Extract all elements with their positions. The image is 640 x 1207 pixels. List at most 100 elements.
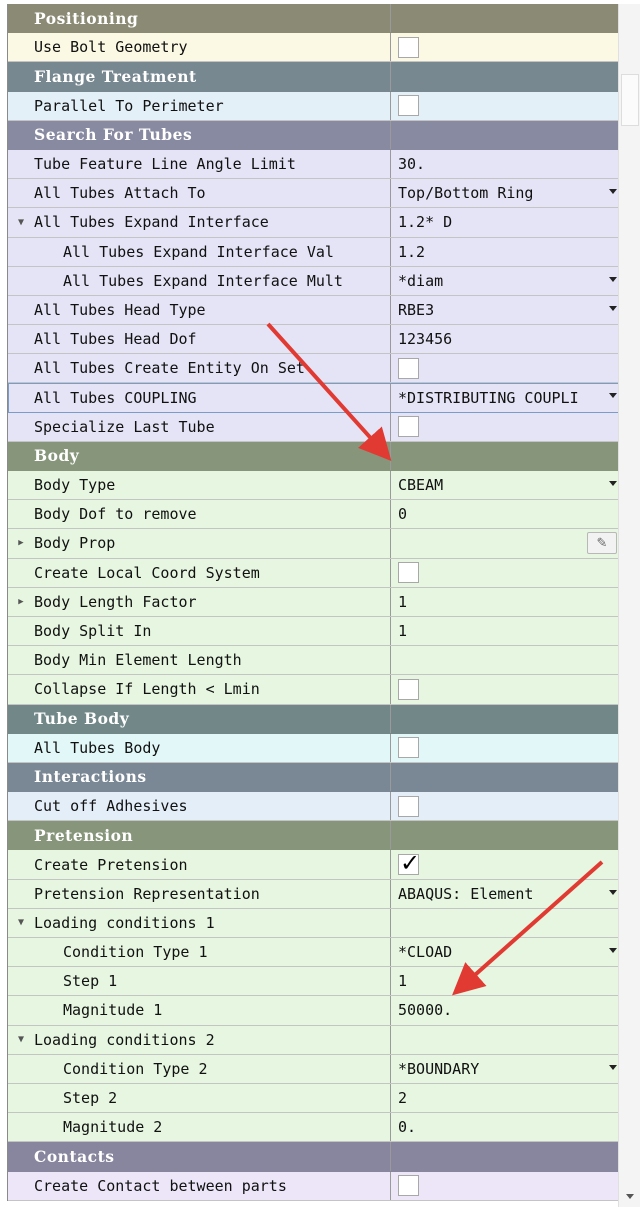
property-value-cell[interactable] — [391, 734, 619, 762]
checkbox[interactable] — [398, 678, 419, 700]
property-row-magnitude-2[interactable]: Magnitude 2 0. — [8, 1113, 619, 1143]
property-row-all-tubes-head-type[interactable]: All Tubes Head Type RBE3 — [8, 295, 619, 326]
dropdown-value[interactable]: CBEAM — [398, 476, 443, 494]
property-row-all-tubes-expand-interface-val[interactable]: All Tubes Expand Interface Val 1.2 — [8, 237, 619, 267]
scrollbar-thumb[interactable] — [621, 74, 639, 126]
property-value-cell[interactable]: Top/Bottom Ring — [391, 179, 619, 207]
property-value-cell[interactable]: CBEAM — [391, 471, 619, 499]
checkbox[interactable] — [398, 850, 420, 877]
checkbox[interactable] — [398, 36, 419, 58]
property-value-cell[interactable]: 1 — [391, 617, 619, 645]
property-row-collapse-if-length-lmin[interactable]: Collapse If Length < Lmin — [8, 675, 619, 705]
value-field[interactable]: 1.2* D — [398, 213, 452, 231]
property-value-cell[interactable]: 1.2* D — [391, 208, 619, 236]
scroll-down-arrow-icon[interactable] — [626, 1194, 634, 1199]
property-value-cell[interactable]: *BOUNDARY — [391, 1055, 619, 1083]
dropdown-value[interactable]: Top/Bottom Ring — [398, 184, 533, 202]
property-value-cell[interactable]: 0. — [391, 1113, 619, 1141]
property-value-cell[interactable]: 30. — [391, 150, 619, 178]
property-row-body-dof-to-remove[interactable]: Body Dof to remove 0 — [8, 500, 619, 530]
property-value-cell[interactable]: ABAQUS: Element — [391, 880, 619, 908]
dropdown-value[interactable]: *diam — [398, 272, 443, 290]
property-value-cell[interactable] — [391, 413, 619, 441]
property-value-cell[interactable]: RBE3 — [391, 296, 619, 324]
property-row-tube-feature-line-angle-limit[interactable]: Tube Feature Line Angle Limit 30. — [8, 149, 619, 180]
property-value-cell[interactable] — [391, 354, 619, 382]
checkbox[interactable] — [398, 416, 419, 438]
property-value-cell[interactable] — [391, 792, 619, 820]
property-value-cell[interactable]: ✎ — [391, 529, 619, 557]
property-row-create-pretension[interactable]: Create Pretension — [8, 850, 619, 880]
property-row-cut-off-adhesives[interactable]: Cut off Adhesives — [8, 792, 619, 822]
pencil-icon[interactable]: ✎ — [587, 532, 617, 555]
property-row-all-tubes-head-dof[interactable]: All Tubes Head Dof 123456 — [8, 325, 619, 355]
property-row-condition-type-1[interactable]: Condition Type 1 *CLOAD — [8, 938, 619, 968]
chevron-down-icon[interactable] — [609, 889, 617, 895]
property-row-loading-conditions-1[interactable]: ▼ Loading conditions 1 — [8, 908, 619, 938]
checkbox[interactable] — [398, 562, 419, 584]
chevron-down-icon[interactable] — [609, 393, 617, 399]
dropdown-value[interactable]: *CLOAD — [398, 943, 452, 961]
value-field[interactable]: 0. — [398, 1118, 416, 1136]
property-row-body-split-in[interactable]: Body Split In 1 — [8, 616, 619, 647]
property-value-cell[interactable] — [391, 1172, 619, 1200]
property-value-cell[interactable]: 1 — [391, 588, 619, 616]
property-value-cell[interactable]: *DISTRIBUTING COUPLI — [391, 383, 619, 411]
property-value-cell[interactable] — [391, 850, 619, 878]
value-field[interactable]: 2 — [398, 1089, 407, 1107]
property-value-cell[interactable] — [391, 675, 619, 703]
property-value-cell[interactable]: 1 — [391, 967, 619, 995]
property-row-magnitude-1[interactable]: Magnitude 1 50000. — [8, 996, 619, 1026]
property-row-specialize-last-tube[interactable]: Specialize Last Tube — [8, 412, 619, 442]
checkbox[interactable] — [398, 1175, 419, 1197]
property-row-all-tubes-expand-interface[interactable]: ▼ All Tubes Expand Interface 1.2* D — [8, 208, 619, 238]
triangle-down-icon[interactable]: ▼ — [8, 217, 34, 228]
property-row-all-tubes-create-entity-on-set[interactable]: All Tubes Create Entity On Set — [8, 354, 619, 384]
property-row-create-contact-between-parts[interactable]: Create Contact between parts — [8, 1171, 619, 1201]
property-value-cell[interactable]: *CLOAD — [391, 938, 619, 966]
property-value-cell[interactable]: 0 — [391, 500, 619, 528]
value-field[interactable]: 0 — [398, 505, 407, 523]
property-value-cell[interactable] — [391, 1026, 619, 1054]
property-value-cell[interactable] — [391, 92, 619, 120]
property-row-all-tubes-coupling[interactable]: All Tubes COUPLING *DISTRIBUTING COUPLI — [8, 383, 619, 413]
triangle-down-icon[interactable]: ▼ — [8, 917, 34, 928]
chevron-down-icon[interactable] — [609, 948, 617, 953]
property-row-all-tubes-expand-interface-mult[interactable]: All Tubes Expand Interface Mult *diam — [8, 266, 619, 296]
property-row-body-prop[interactable]: ▶ Body Prop ✎ — [8, 529, 619, 559]
checkbox[interactable] — [398, 795, 419, 817]
property-row-body-type[interactable]: Body Type CBEAM — [8, 471, 619, 501]
property-value-cell[interactable]: *diam — [391, 267, 619, 295]
chevron-down-icon[interactable] — [609, 481, 617, 486]
property-value-cell[interactable] — [391, 559, 619, 587]
value-field[interactable]: 30. — [398, 155, 425, 173]
value-field[interactable]: 123456 — [398, 330, 452, 348]
property-row-create-local-coord-system[interactable]: Create Local Coord System — [8, 558, 619, 588]
property-row-loading-conditions-2[interactable]: ▼ Loading conditions 2 — [8, 1025, 619, 1055]
dropdown-value[interactable]: *DISTRIBUTING COUPLI — [398, 389, 579, 407]
value-field[interactable]: 1.2 — [398, 243, 425, 261]
property-row-step-2[interactable]: Step 2 2 — [8, 1083, 619, 1114]
property-row-body-min-element-length[interactable]: Body Min Element Length — [8, 646, 619, 676]
dropdown-value[interactable]: *BOUNDARY — [398, 1060, 479, 1078]
property-value-cell[interactable]: 2 — [391, 1084, 619, 1112]
property-value-cell[interactable]: 1.2 — [391, 238, 619, 266]
property-row-pretension-representation[interactable]: Pretension Representation ABAQUS: Element — [8, 879, 619, 909]
value-field[interactable]: 1 — [398, 622, 407, 640]
property-row-all-tubes-body[interactable]: All Tubes Body — [8, 733, 619, 763]
vertical-scrollbar[interactable] — [618, 4, 640, 1207]
triangle-right-icon[interactable]: ▶ — [8, 597, 34, 607]
chevron-down-icon[interactable] — [609, 1064, 617, 1070]
dropdown-value[interactable]: ABAQUS: Element — [398, 885, 533, 903]
property-row-all-tubes-attach-to[interactable]: All Tubes Attach To Top/Bottom Ring — [8, 179, 619, 209]
property-value-cell[interactable]: 123456 — [391, 325, 619, 353]
checkbox[interactable] — [398, 737, 419, 759]
value-field[interactable]: 1 — [398, 593, 407, 611]
value-field[interactable]: 1 — [398, 972, 407, 990]
value-field[interactable]: 50000. — [398, 1001, 452, 1019]
property-row-parallel-to-perimeter[interactable]: Parallel To Perimeter — [8, 91, 619, 121]
property-row-body-length-factor[interactable]: ▶ Body Length Factor 1 — [8, 587, 619, 617]
property-value-cell[interactable] — [391, 33, 619, 61]
checkbox[interactable] — [398, 95, 419, 117]
checkbox[interactable] — [398, 357, 419, 379]
